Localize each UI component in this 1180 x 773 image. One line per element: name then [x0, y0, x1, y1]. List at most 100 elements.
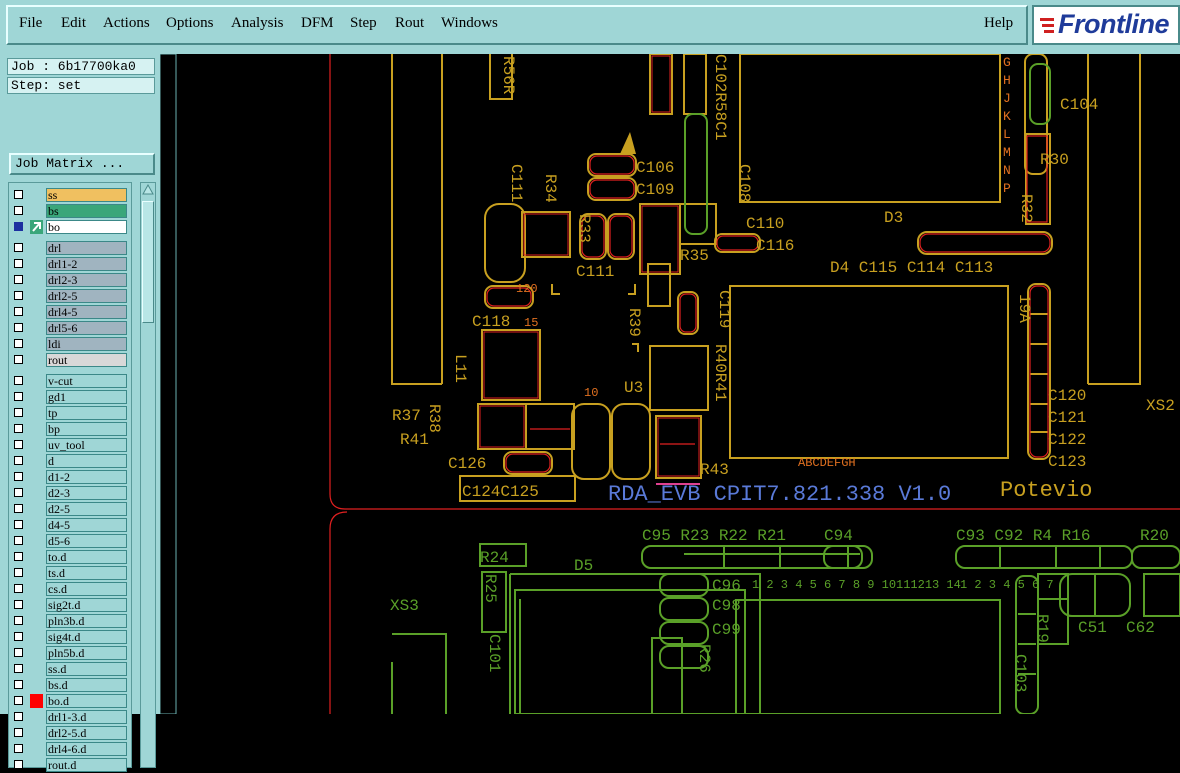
- layer-row-cs.d[interactable]: cs.d: [9, 581, 131, 597]
- layer-name[interactable]: sig4t.d: [46, 630, 127, 644]
- layer-name[interactable]: d: [46, 454, 127, 468]
- layer-name[interactable]: rout: [46, 353, 127, 367]
- layer-row-ldi[interactable]: ldi: [9, 336, 131, 352]
- layer-name[interactable]: bs: [46, 204, 127, 218]
- layer-checkbox[interactable]: [14, 456, 23, 465]
- layer-row-ss[interactable]: ss: [9, 187, 131, 203]
- menu-analysis[interactable]: Analysis: [231, 15, 284, 32]
- layer-checkbox[interactable]: [14, 616, 23, 625]
- layer-row-d[interactable]: d: [9, 453, 131, 469]
- layer-name[interactable]: pln3b.d: [46, 614, 127, 628]
- layer-name[interactable]: ss: [46, 188, 127, 202]
- layer-checkbox[interactable]: [14, 424, 23, 433]
- layer-row-bs.d[interactable]: bs.d: [9, 677, 131, 693]
- menu-help[interactable]: Help: [984, 15, 1013, 32]
- layer-row-d5-6[interactable]: d5-6: [9, 533, 131, 549]
- layer-row-bo[interactable]: bo: [9, 219, 131, 235]
- layer-row-drl4-6.d[interactable]: drl4-6.d: [9, 741, 131, 757]
- layer-checkbox[interactable]: [14, 744, 23, 753]
- scroll-up-arrow-icon[interactable]: [142, 184, 154, 196]
- layer-name[interactable]: bp: [46, 422, 127, 436]
- layer-name[interactable]: tp: [46, 406, 127, 420]
- layer-row-v-cut[interactable]: v-cut: [9, 373, 131, 389]
- layer-checkbox[interactable]: [14, 600, 23, 609]
- layer-checkbox[interactable]: [14, 307, 23, 316]
- menu-actions[interactable]: Actions: [103, 15, 150, 32]
- menu-edit[interactable]: Edit: [61, 15, 86, 32]
- layer-name[interactable]: drl5-6: [46, 321, 127, 335]
- layer-checkbox[interactable]: [14, 339, 23, 348]
- layer-checkbox[interactable]: [14, 440, 23, 449]
- layer-scrollbar[interactable]: [140, 182, 156, 768]
- layer-name[interactable]: uv_tool: [46, 438, 127, 452]
- layer-name[interactable]: cs.d: [46, 582, 127, 596]
- layer-checkbox[interactable]: [14, 355, 23, 364]
- layer-checkbox[interactable]: [14, 728, 23, 737]
- layer-checkbox[interactable]: [14, 291, 23, 300]
- layer-checkbox[interactable]: [14, 552, 23, 561]
- layer-checkbox[interactable]: [14, 520, 23, 529]
- menu-file[interactable]: File: [19, 15, 42, 32]
- layer-checkbox[interactable]: [14, 392, 23, 401]
- layer-row-gd1[interactable]: gd1: [9, 389, 131, 405]
- graphics-canvas[interactable]: C106 C109 C110 C116 C111 C118 R35 D3 D4 …: [160, 54, 1180, 714]
- layer-row-drl1-2[interactable]: drl1-2: [9, 256, 131, 272]
- layer-row-drl2-3[interactable]: drl2-3: [9, 272, 131, 288]
- layer-name[interactable]: drl4-5: [46, 305, 127, 319]
- layer-name[interactable]: d5-6: [46, 534, 127, 548]
- layer-checkbox[interactable]: [14, 488, 23, 497]
- layer-checkbox[interactable]: [14, 760, 23, 769]
- layer-name[interactable]: pln5b.d: [46, 646, 127, 660]
- layer-name[interactable]: drl2-5: [46, 289, 127, 303]
- scroll-thumb[interactable]: [142, 201, 154, 323]
- layer-row-bo.d[interactable]: bo.d: [9, 693, 131, 709]
- layer-checkbox[interactable]: [14, 376, 23, 385]
- layer-name[interactable]: drl2-5.d: [46, 726, 127, 740]
- layer-row-sig2t.d[interactable]: sig2t.d: [9, 597, 131, 613]
- menu-step[interactable]: Step: [350, 15, 377, 32]
- menu-dfm[interactable]: DFM: [301, 15, 334, 32]
- layer-checkbox[interactable]: [14, 275, 23, 284]
- layer-name[interactable]: v-cut: [46, 374, 127, 388]
- layer-name[interactable]: drl1-3.d: [46, 710, 127, 724]
- layer-checkbox[interactable]: [14, 408, 23, 417]
- layer-row-tp[interactable]: tp: [9, 405, 131, 421]
- layer-row-rout.d[interactable]: rout.d: [9, 757, 131, 773]
- layer-row-bs[interactable]: bs: [9, 203, 131, 219]
- menu-options[interactable]: Options: [166, 15, 214, 32]
- layer-checkbox[interactable]: [14, 504, 23, 513]
- layer-name[interactable]: sig2t.d: [46, 598, 127, 612]
- layer-name[interactable]: ldi: [46, 337, 127, 351]
- layer-name[interactable]: gd1: [46, 390, 127, 404]
- layer-checkbox[interactable]: [14, 696, 23, 705]
- layer-checkbox[interactable]: [14, 243, 23, 252]
- layer-row-drl4-5[interactable]: drl4-5: [9, 304, 131, 320]
- layer-row-drl5-6[interactable]: drl5-6: [9, 320, 131, 336]
- menu-windows[interactable]: Windows: [441, 15, 498, 32]
- layer-checkbox[interactable]: [14, 222, 23, 231]
- layer-name[interactable]: bs.d: [46, 678, 127, 692]
- menu-rout[interactable]: Rout: [395, 15, 424, 32]
- layer-checkbox[interactable]: [14, 632, 23, 641]
- layer-name[interactable]: ss.d: [46, 662, 127, 676]
- layer-row-bp[interactable]: bp: [9, 421, 131, 437]
- layer-name[interactable]: drl2-3: [46, 273, 127, 287]
- layer-checkbox[interactable]: [14, 680, 23, 689]
- layer-row-drl2-5.d[interactable]: drl2-5.d: [9, 725, 131, 741]
- layer-name[interactable]: to.d: [46, 550, 127, 564]
- layer-row-uv_tool[interactable]: uv_tool: [9, 437, 131, 453]
- layer-row-drl1-3.d[interactable]: drl1-3.d: [9, 709, 131, 725]
- layer-name[interactable]: d2-3: [46, 486, 127, 500]
- layer-row-pln3b.d[interactable]: pln3b.d: [9, 613, 131, 629]
- layer-checkbox[interactable]: [14, 712, 23, 721]
- layer-checkbox[interactable]: [14, 190, 23, 199]
- job-matrix-button[interactable]: Job Matrix ...: [9, 153, 155, 175]
- layer-name[interactable]: d2-5: [46, 502, 127, 516]
- layer-checkbox[interactable]: [14, 323, 23, 332]
- layer-checkbox[interactable]: [14, 472, 23, 481]
- layer-row-pln5b.d[interactable]: pln5b.d: [9, 645, 131, 661]
- layer-row-drl[interactable]: drl: [9, 240, 131, 256]
- layer-checkbox[interactable]: [14, 664, 23, 673]
- layer-row-sig4t.d[interactable]: sig4t.d: [9, 629, 131, 645]
- layer-checkbox[interactable]: [14, 206, 23, 215]
